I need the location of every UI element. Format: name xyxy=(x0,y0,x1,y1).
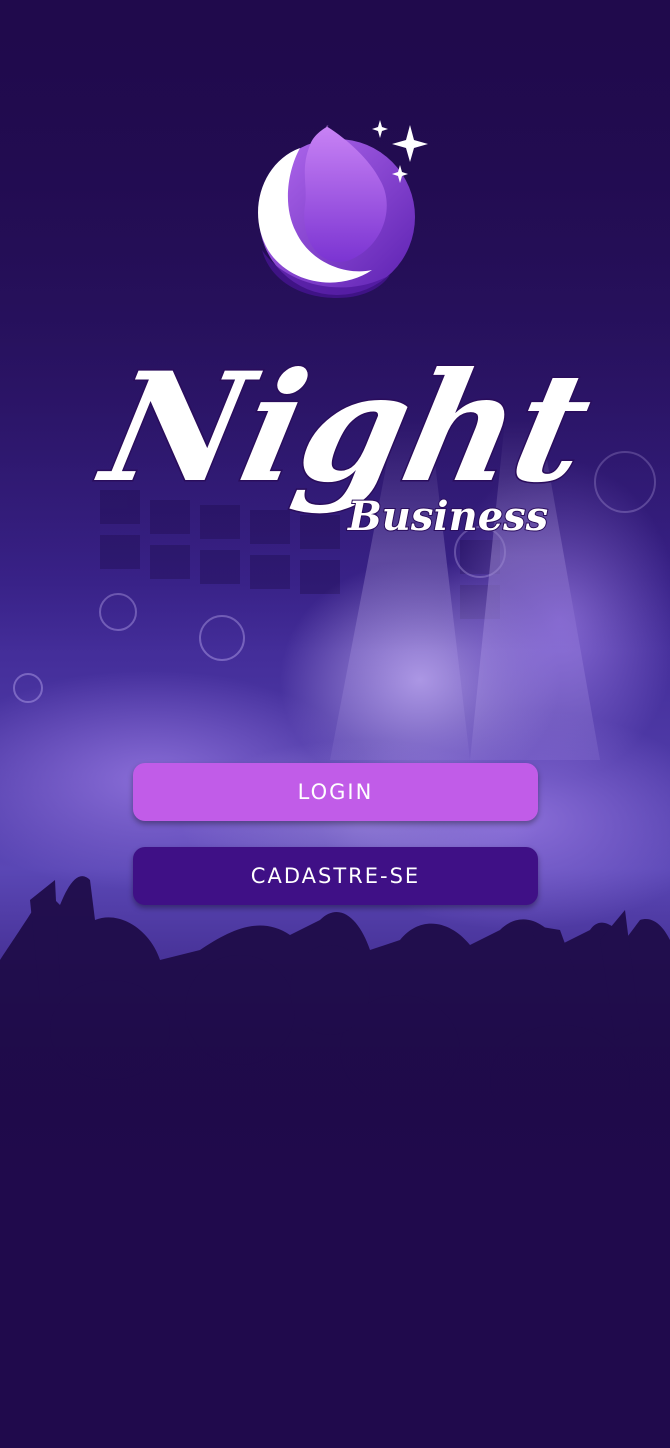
signup-button[interactable]: CADASTRE-SE xyxy=(133,847,538,905)
logo-wordmark: Night Business xyxy=(85,338,607,541)
login-button[interactable]: LOGIN xyxy=(133,763,538,821)
welcome-screen: Night Business LOGIN CADASTRE-SE xyxy=(0,0,670,1448)
logo-word-sub: Business xyxy=(347,493,548,540)
night-business-logo: Night Business xyxy=(85,120,607,541)
logo-word-main: Night xyxy=(86,340,605,516)
moon-flame-icon xyxy=(258,125,415,298)
